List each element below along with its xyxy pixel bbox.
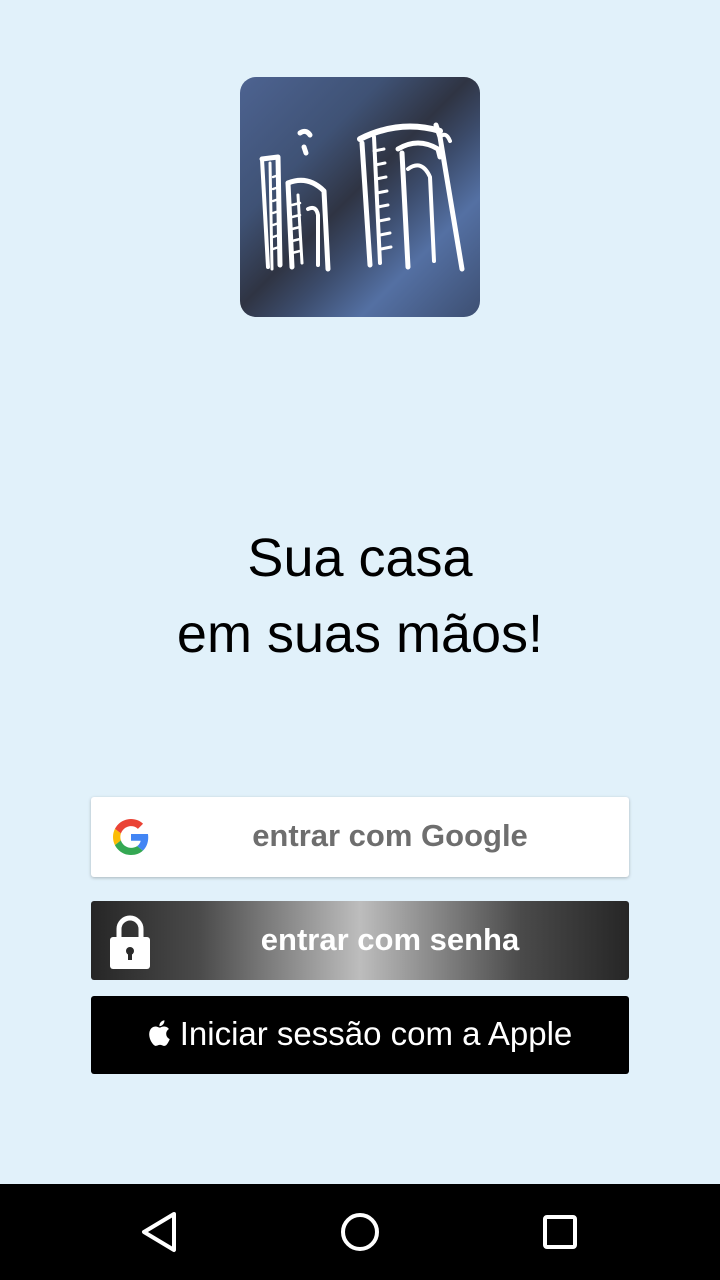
google-signin-label: entrar com Google [252,818,528,853]
google-signin-button[interactable]: entrar com Google [91,797,629,877]
home-circle-icon[interactable] [336,1208,384,1256]
recents-square-icon[interactable] [536,1208,584,1256]
apple-icon [148,1020,170,1047]
lock-icon [110,915,150,969]
buildings-logo-icon [259,122,465,272]
android-nav-bar [0,1184,720,1280]
back-triangle-icon[interactable] [136,1208,184,1256]
apple-signin-button[interactable]: Iniciar sessão com a Apple [91,996,629,1074]
tagline: Sua casa em suas mãos! [0,520,720,672]
apple-signin-label: Iniciar sessão com a Apple [179,1015,573,1052]
tagline-line-2: em suas mãos! [176,604,544,664]
password-signin-button[interactable]: entrar com senha [91,901,629,980]
google-g-icon [113,819,149,855]
app-logo [240,77,480,317]
tagline-line-1: Sua casa [247,528,473,588]
password-signin-label: entrar com senha [260,922,520,957]
